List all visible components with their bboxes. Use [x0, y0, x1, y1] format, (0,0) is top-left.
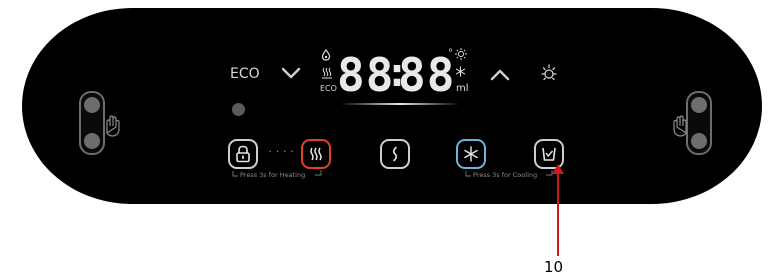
- press-cooling-hint: Press 3s for Cooling: [473, 171, 538, 179]
- heating-button[interactable]: [301, 139, 331, 169]
- left-slot-bottom-dot: [84, 133, 100, 149]
- ml-unit: ml: [456, 83, 469, 94]
- light-icon[interactable]: [539, 63, 559, 83]
- heating-icon: [310, 147, 322, 161]
- degree-mark: °: [448, 48, 453, 59]
- chevron-up-icon[interactable]: [489, 68, 511, 82]
- callout-line: [557, 170, 559, 256]
- cooling-hint-bracket-left: [465, 171, 471, 177]
- separator-dots: ····: [268, 143, 298, 158]
- flow-button[interactable]: [380, 139, 410, 169]
- right-hand-sensor-icon: [673, 115, 687, 137]
- right-slot-top-dot: [691, 97, 707, 113]
- heating-small-icon: [322, 67, 332, 79]
- water-drop-icon: [321, 49, 331, 61]
- lock-button[interactable]: [228, 139, 258, 169]
- right-slot-bottom-dot: [691, 133, 707, 149]
- chevron-down-icon[interactable]: [280, 66, 302, 80]
- flow-icon: [392, 146, 398, 162]
- lock-icon: [236, 145, 250, 163]
- left-hand-sensor-icon: [106, 115, 120, 137]
- callout-arrowhead: [552, 164, 564, 174]
- display-digits-right: 88: [398, 48, 456, 102]
- cooling-button[interactable]: [456, 139, 486, 169]
- left-slot-top-dot: [84, 97, 100, 113]
- snowflake-icon: [464, 146, 478, 162]
- cup-icon: [542, 147, 556, 161]
- callout-number: 10: [544, 258, 564, 276]
- heating-hint-bracket-right: [315, 170, 322, 176]
- press-heating-hint: Press 3s for Heating: [240, 171, 306, 179]
- sun-small-icon: [455, 48, 467, 60]
- eco-label: ECO: [230, 66, 260, 82]
- snowflake-small-icon: [455, 66, 466, 77]
- eco-indicator-led: [232, 103, 245, 116]
- display-eco-label: ECO: [320, 84, 337, 93]
- heating-hint-bracket-left: [232, 171, 238, 177]
- display-underline-bar: [340, 103, 460, 105]
